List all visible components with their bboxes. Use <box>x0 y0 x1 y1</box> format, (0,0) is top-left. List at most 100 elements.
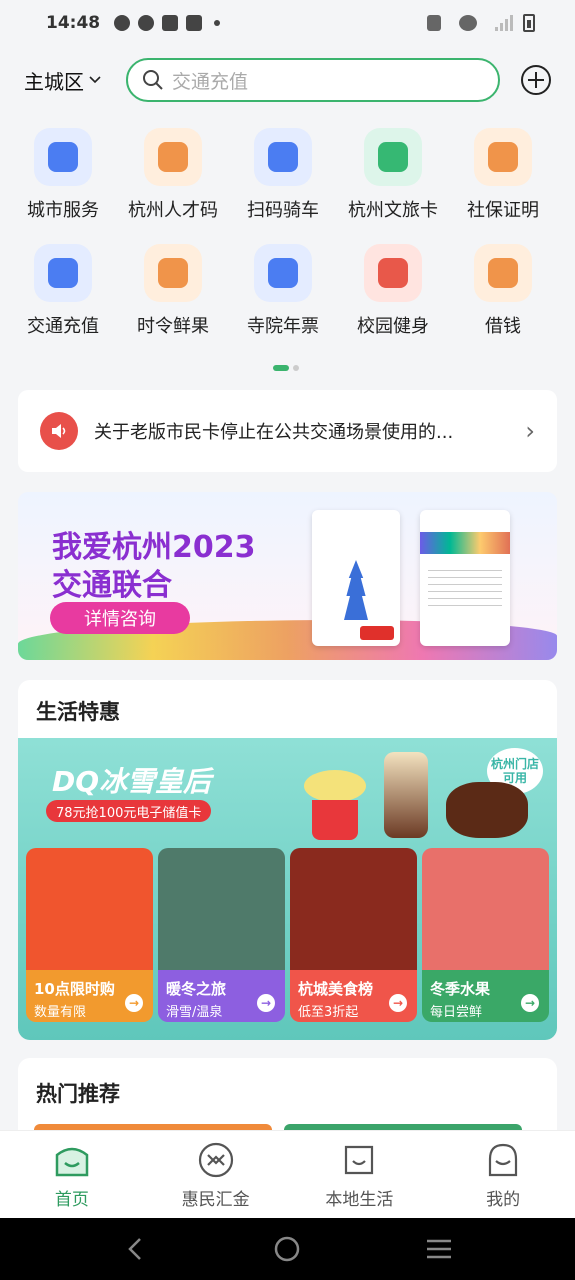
recents-menu-icon[interactable] <box>419 1229 459 1269</box>
deal-tile[interactable]: 杭城美食榜 低至3折起 → <box>290 848 417 1022</box>
vibrate-icon <box>427 15 441 31</box>
chevron-down-icon <box>89 76 101 84</box>
arrow-right-icon: → <box>389 994 407 1012</box>
service-label: 社保证明 <box>467 200 539 221</box>
notice-text: 关于老版市民卡停止在公共交通场景使用的... <box>94 422 454 443</box>
battery-icon <box>523 14 535 32</box>
service-item[interactable]: 交通充值 <box>8 244 118 338</box>
deal-caption: 杭城美食榜 低至3折起 → <box>290 970 417 1022</box>
benefits-icon <box>198 1142 233 1178</box>
deal-tile[interactable]: 暖冬之旅 滑雪/温泉 → <box>158 848 285 1022</box>
tab-me[interactable]: 我的 <box>431 1131 575 1218</box>
service-label: 杭州人才码 <box>128 200 218 221</box>
service-grid: 城市服务 杭州人才码 扫码骑车 杭州文旅卡 社保证明交通充值 时令鲜果 寺院年票 校园健身 借钱 <box>8 128 568 338</box>
section-title: 生活特惠 <box>36 700 120 724</box>
status-time: 14:48 <box>46 13 101 33</box>
shopping-bag-icon <box>345 1145 374 1175</box>
service-label: 寺院年票 <box>247 316 319 337</box>
tab-label: 惠民汇金 <box>181 1190 250 1210</box>
chevron-right-icon: › <box>525 417 535 445</box>
tab-home[interactable]: 首页 <box>0 1131 144 1218</box>
card-front-image <box>312 510 400 646</box>
system-nav-bar <box>0 1218 575 1280</box>
deal-image <box>290 848 417 972</box>
service-label: 交通充值 <box>27 316 99 337</box>
tab-local-life[interactable]: 本地生活 <box>288 1131 432 1218</box>
profile-icon <box>489 1143 518 1177</box>
banner-detail-button[interactable]: 详情咨询 <box>50 602 190 634</box>
deal-caption: 暖冬之旅 滑雪/温泉 → <box>158 970 285 1022</box>
city-selector[interactable]: 主城区 <box>24 66 120 95</box>
service-label: 借钱 <box>485 316 521 337</box>
arrow-right-icon: → <box>257 994 275 1012</box>
more-notifications-icon <box>214 20 221 26</box>
page-indicator <box>273 365 299 371</box>
service-item[interactable]: 城市服务 <box>8 128 118 222</box>
add-icon[interactable] <box>521 65 551 95</box>
signal-icon <box>495 15 513 31</box>
speaker-icon <box>40 412 78 450</box>
dq-subtitle: 78元抢100元电子储值卡 <box>46 800 212 822</box>
card-back-image <box>420 510 510 646</box>
bottom-tab-bar: 首页 惠民汇金 本地生活 我的 <box>0 1130 575 1218</box>
basketball-icon <box>364 244 422 302</box>
certificate-icon <box>474 128 532 186</box>
compass-icon <box>138 15 155 31</box>
notice-bar[interactable]: 关于老版市民卡停止在公共交通场景使用的... › <box>18 390 557 472</box>
back-icon[interactable] <box>116 1229 156 1269</box>
header: 主城区 交通充值 <box>0 56 575 104</box>
deal-caption: 10点限时购 数量有限 → <box>26 970 153 1022</box>
settings-icon <box>114 15 131 31</box>
temple-icon <box>254 244 312 302</box>
deal-image <box>422 848 549 972</box>
banner-subtitle: 交通联合 <box>52 568 172 603</box>
search-input[interactable]: 交通充值 <box>126 58 500 102</box>
life-deals-section: 生活特惠 DQ冰雪皇后 78元抢100元电子储值卡 杭州门店可用 10点限时购数… <box>18 680 557 1040</box>
service-item[interactable]: 杭州文旅卡 <box>338 128 448 222</box>
deal-caption: 冬季水果 每日尝鲜 → <box>422 970 549 1022</box>
arrow-right-icon: → <box>521 994 539 1012</box>
service-label: 城市服务 <box>27 200 99 221</box>
service-item[interactable]: 校园健身 <box>338 244 448 338</box>
travel-card-icon <box>364 128 422 186</box>
deal-tile[interactable]: 冬季水果 每日尝鲜 → <box>422 848 549 1022</box>
bike-icon <box>254 128 312 186</box>
home-icon <box>55 1147 89 1177</box>
deal-tile[interactable]: 10点限时购 数量有限 → <box>26 848 153 1022</box>
tab-label: 我的 <box>486 1190 521 1210</box>
parfait-image <box>384 752 428 838</box>
deal-image <box>26 848 153 972</box>
status-bar: 14:48 <box>0 0 575 46</box>
money-bag-icon <box>474 244 532 302</box>
wifi-icon <box>459 15 477 31</box>
home-nav-icon[interactable] <box>267 1229 307 1269</box>
service-item[interactable]: 寺院年票 <box>228 244 338 338</box>
service-item[interactable]: 扫码骑车 <box>228 128 338 222</box>
cake-image <box>446 782 528 838</box>
service-item[interactable]: 时令鲜果 <box>118 244 228 338</box>
tab-label: 本地生活 <box>325 1190 394 1210</box>
transit-topup-icon <box>34 244 92 302</box>
ice-cream-image <box>304 760 366 840</box>
service-item[interactable]: 借钱 <box>448 244 558 338</box>
deal-tiles: 10点限时购 数量有限 → 暖冬之旅 滑雪/温泉 → 杭城美食榜 低至3折起 → 冬季水果 每日尝鲜… <box>26 848 549 1022</box>
talent-code-icon <box>144 128 202 186</box>
tab-benefits[interactable]: 惠民汇金 <box>144 1131 288 1218</box>
service-label: 杭州文旅卡 <box>348 200 438 221</box>
promo-banner[interactable]: 我爱杭州2023 交通联合 详情咨询 <box>18 492 557 660</box>
deal-image <box>158 848 285 972</box>
search-icon <box>143 70 163 90</box>
dq-title: DQ冰雪皇后 <box>52 765 212 798</box>
fruit-icon <box>144 244 202 302</box>
service-label: 扫码骑车 <box>247 200 319 221</box>
service-label: 校园健身 <box>357 316 429 337</box>
mail-icon <box>186 15 203 31</box>
tab-label: 首页 <box>54 1190 89 1210</box>
dq-promo[interactable]: DQ冰雪皇后 78元抢100元电子储值卡 杭州门店可用 10点限时购 数量有限 → 暖… <box>18 738 557 1040</box>
service-label: 时令鲜果 <box>137 316 209 337</box>
mail-icon <box>162 15 179 31</box>
service-item[interactable]: 社保证明 <box>448 128 558 222</box>
service-item[interactable]: 杭州人才码 <box>118 128 228 222</box>
search-placeholder: 交通充值 <box>172 70 249 93</box>
city-label: 主城区 <box>24 69 84 94</box>
